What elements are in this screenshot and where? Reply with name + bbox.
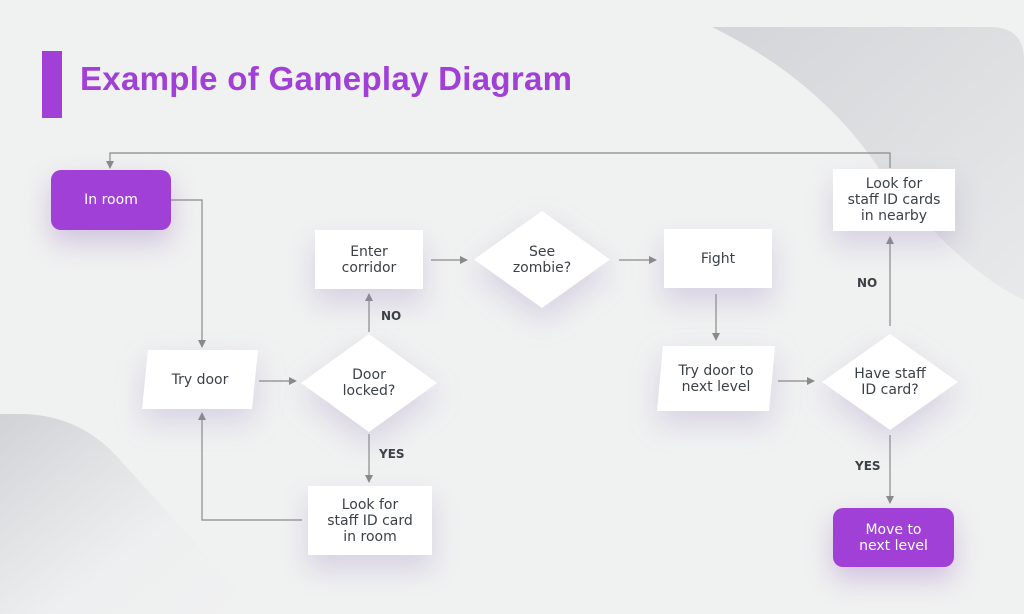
edge-label-door-locked-yes: YES: [379, 447, 405, 461]
node-label: Door locked?: [342, 367, 396, 399]
edge-label-door-locked-no: NO: [381, 309, 402, 323]
node-look-staff-card-room[interactable]: Look for staff ID card in room: [308, 486, 432, 555]
node-see-zombie[interactable]: See zombie?: [474, 211, 610, 308]
node-label: See zombie?: [512, 243, 572, 276]
node-label: Move to next level: [859, 521, 928, 554]
node-enter-corridor[interactable]: Enter corridor: [315, 230, 423, 289]
bottom-left-curve-shape: [0, 414, 260, 614]
node-label: Try door: [171, 371, 229, 388]
node-label: Try door to next level: [678, 362, 754, 395]
node-label: In room: [84, 192, 138, 208]
node-try-door[interactable]: Try door: [142, 350, 258, 409]
node-label: Fight: [700, 250, 736, 267]
node-door-locked[interactable]: Door locked?: [301, 334, 437, 432]
edge-label-have-card-no: NO: [857, 276, 878, 290]
node-label: Look for staff ID cards in nearby: [847, 176, 941, 224]
node-label: Enter corridor: [341, 243, 397, 276]
node-fight[interactable]: Fight: [664, 229, 772, 288]
node-try-door-next-level[interactable]: Try door to next level: [657, 346, 775, 411]
node-label: Look for staff ID card in room: [327, 496, 413, 545]
node-look-staff-cards-nearby[interactable]: Look for staff ID cards in nearby: [833, 169, 955, 231]
page-title: Example of Gameplay Diagram: [80, 60, 573, 97]
node-have-staff-card[interactable]: Have staff ID card?: [822, 334, 958, 430]
node-in-room[interactable]: In room: [51, 170, 171, 230]
node-label: Have staff ID card?: [854, 366, 926, 398]
edge-label-have-card-yes: YES: [855, 459, 881, 473]
title-accent-bar: [42, 51, 62, 118]
node-move-next-level[interactable]: Move to next level: [833, 508, 954, 567]
